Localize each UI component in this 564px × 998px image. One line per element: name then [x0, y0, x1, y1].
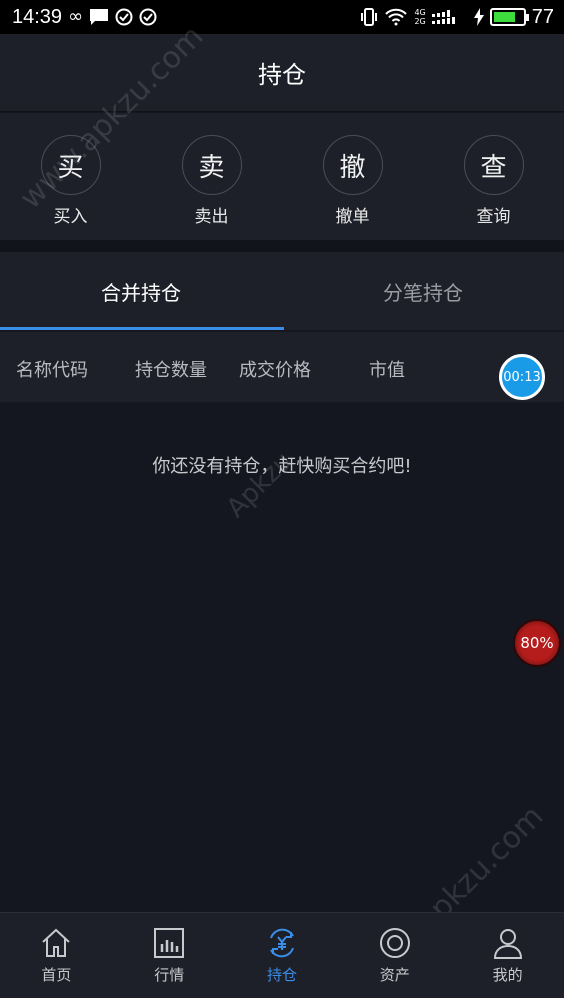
nav-profile-label: 我的 [492, 966, 523, 984]
battery-percent: 77 [531, 5, 554, 28]
yen-cycle-icon [270, 928, 294, 958]
nav-market-label: 行情 [154, 966, 185, 984]
tab-merged-positions[interactable]: 合并持仓 [0, 252, 282, 330]
wifi-icon [385, 8, 408, 26]
tab-itemized-label: 分笔持仓 [383, 280, 463, 305]
column-name-code: 名称代码 [16, 360, 88, 381]
chart-icon [154, 928, 185, 958]
user-icon [493, 929, 522, 959]
check-circle-icon [115, 8, 133, 26]
network-tag-2g: 2G [414, 17, 426, 26]
sell-label: 卖出 [194, 207, 229, 227]
status-time: 14:39 [12, 5, 63, 28]
nav-positions[interactable]: 持仓 [226, 913, 339, 998]
tab-merged-label: 合并持仓 [101, 280, 181, 305]
nav-positions-label: 持仓 [266, 966, 297, 984]
buy-icon: 买 [40, 135, 101, 195]
tab-itemized-positions[interactable]: 分笔持仓 [282, 252, 564, 330]
page-header: 持仓 [0, 34, 564, 112]
position-tabs: 合并持仓 分笔持仓 [0, 252, 564, 330]
nav-home-label: 首页 [41, 966, 72, 984]
query-icon: 查 [463, 135, 524, 195]
quick-actions: 买 买入 卖 卖出 撤 撤单 查 查询 [0, 113, 564, 240]
query-label: 查询 [476, 207, 511, 227]
home-icon [42, 928, 71, 957]
section-divider [0, 240, 564, 252]
floating-timer[interactable]: 00:13 [499, 354, 545, 400]
cancel-order-button[interactable]: 撤 撤单 [282, 113, 423, 240]
buy-label: 买入 [53, 207, 88, 227]
sell-button[interactable]: 卖 卖出 [141, 113, 282, 240]
nav-assets[interactable]: 资产 [338, 913, 451, 998]
active-tab-indicator [0, 327, 284, 330]
status-right: 4G 2G 77 [360, 6, 554, 29]
bottom-nav: 首页 行情 持仓 资产 我的 [0, 912, 564, 998]
empty-state-message: 你还没有持仓，赶快购买合约吧! [152, 456, 412, 477]
network-tag-4g: 4G [414, 8, 426, 17]
buy-button[interactable]: 买 买入 [0, 113, 141, 240]
signal-icon [431, 10, 455, 24]
query-button[interactable]: 查 查询 [423, 113, 564, 240]
charging-icon [473, 8, 484, 26]
status-left: 14:39 ∞ [12, 6, 157, 29]
sell-icon: 卖 [181, 135, 242, 195]
battery-fill [493, 12, 516, 22]
cancel-order-icon: 撤 [322, 135, 383, 195]
column-market-value: 市值 [369, 360, 405, 381]
page-title: 持仓 [258, 61, 306, 89]
message-icon [90, 9, 109, 25]
status-bar: 14:39 ∞ 4G 2G 77 [0, 0, 564, 34]
nav-assets-label: 资产 [379, 966, 410, 984]
vibrate-icon [361, 8, 378, 26]
nav-market[interactable]: 行情 [113, 913, 226, 998]
nav-home[interactable]: 首页 [0, 913, 113, 998]
check-circle-icon [139, 8, 157, 26]
infinity-icon: ∞ [68, 6, 84, 27]
table-header: 名称代码 持仓数量 成交价格 市值 [0, 332, 564, 402]
battery-icon [489, 8, 529, 26]
column-trade-price: 成交价格 [239, 360, 311, 381]
nav-profile[interactable]: 我的 [451, 913, 564, 998]
floating-percent-badge[interactable]: 80% [513, 619, 561, 667]
column-position-qty: 持仓数量 [135, 360, 207, 381]
assets-icon [379, 928, 410, 958]
cancel-order-label: 撤单 [335, 207, 370, 227]
network-type: 4G 2G [414, 8, 425, 26]
